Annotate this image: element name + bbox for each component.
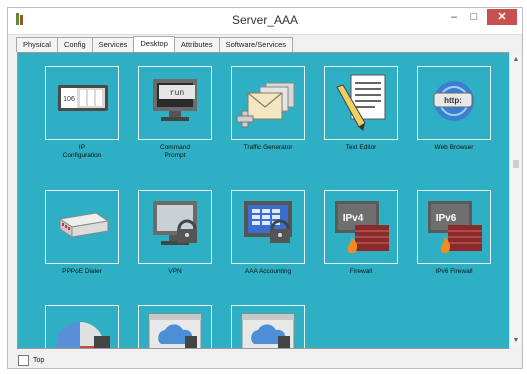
ip-configuration-ip-text: 106 xyxy=(63,96,75,103)
ip-configuration-label: IP Configuration xyxy=(62,144,102,159)
ipv6-firewall-tile[interactable]: IPv6 xyxy=(417,190,491,264)
command-prompt-run-text: run xyxy=(170,89,185,98)
pppoe-dialer-icon xyxy=(58,212,110,238)
traffic-generator-tile[interactable] xyxy=(231,66,305,140)
text-editor-icon xyxy=(336,74,386,131)
web-browser-icon: http: xyxy=(433,81,474,121)
firewall-tile[interactable]: IPv4 xyxy=(324,190,398,264)
tab-bar: Physical Config Services Desktop Attribu… xyxy=(16,36,294,52)
traffic-generator-icon xyxy=(236,82,295,128)
ip-configuration-icon: 106 xyxy=(58,85,108,111)
minimize-button[interactable]: – xyxy=(444,10,464,24)
text-editor-label: Text Editor xyxy=(345,144,377,151)
traffic-generator-label: Traffic Generator xyxy=(243,144,293,151)
vpn-label: VPN xyxy=(168,268,182,275)
top-checkbox-label: Top xyxy=(33,356,45,364)
text-editor-tile[interactable] xyxy=(324,66,398,140)
firewall-label: Firewall xyxy=(349,268,373,275)
scroll-down-arrow-icon[interactable]: ▼ xyxy=(510,335,522,347)
vpn-icon xyxy=(153,201,197,245)
tab-desktop[interactable]: Desktop xyxy=(133,36,175,52)
firewall-ipv4-text: IPv4 xyxy=(343,213,364,224)
ipv6-firewall-label: IPv6 Firewall xyxy=(435,268,473,275)
aaa-accounting-tile[interactable] xyxy=(231,190,305,264)
vpn-tile[interactable] xyxy=(138,190,212,264)
maximize-button[interactable]: □ xyxy=(464,10,484,24)
footer-bar: Top xyxy=(18,353,44,367)
aaa-accounting-icon xyxy=(244,201,292,243)
close-button[interactable]: ✕ xyxy=(487,9,517,25)
cloud-device-icon xyxy=(241,313,295,348)
ip-configuration-tile[interactable]: 106 xyxy=(45,66,119,140)
tab-services[interactable]: Services xyxy=(91,37,135,52)
application-window: Server_AAA – □ ✕ Physical Config Service… xyxy=(7,7,523,369)
vertical-scrollbar[interactable]: ▲ ▼ xyxy=(509,52,521,349)
iot-monitor-tile[interactable] xyxy=(138,305,212,348)
netflow-collector-tile[interactable] xyxy=(45,305,119,348)
web-browser-tile[interactable]: http: xyxy=(417,66,491,140)
cloud-device-tile[interactable] xyxy=(231,305,305,348)
iot-monitor-icon xyxy=(148,313,202,348)
scroll-thumb[interactable] xyxy=(513,160,519,168)
tab-physical[interactable]: Physical xyxy=(16,37,58,52)
command-prompt-tile[interactable]: run xyxy=(138,66,212,140)
web-browser-http-text: http: xyxy=(444,96,462,105)
top-checkbox[interactable] xyxy=(18,354,29,366)
firewall-icon: IPv4 xyxy=(335,201,389,253)
title-bar: Server_AAA – □ ✕ xyxy=(8,8,522,35)
command-prompt-icon: run xyxy=(153,79,197,121)
ipv6-firewall-icon: IPv6 xyxy=(428,201,482,253)
scroll-up-arrow-icon[interactable]: ▲ xyxy=(510,54,522,66)
aaa-accounting-label: AAA Accounting xyxy=(244,268,292,275)
web-browser-label: Web Browser xyxy=(434,144,474,151)
netflow-collector-icon xyxy=(56,322,110,348)
ipv6-firewall-ipv6-text: IPv6 xyxy=(436,213,457,224)
pppoe-dialer-tile[interactable] xyxy=(45,190,119,264)
tab-software-services[interactable]: Software/Services xyxy=(218,37,294,52)
tab-attributes[interactable]: Attributes xyxy=(173,37,220,52)
desktop-panel: 106 IP Configuration run Command Prompt xyxy=(17,52,511,349)
command-prompt-label: Command Prompt xyxy=(160,144,190,159)
pppoe-dialer-label: PPPoE Dialer xyxy=(62,268,102,275)
tab-config[interactable]: Config xyxy=(56,37,93,52)
